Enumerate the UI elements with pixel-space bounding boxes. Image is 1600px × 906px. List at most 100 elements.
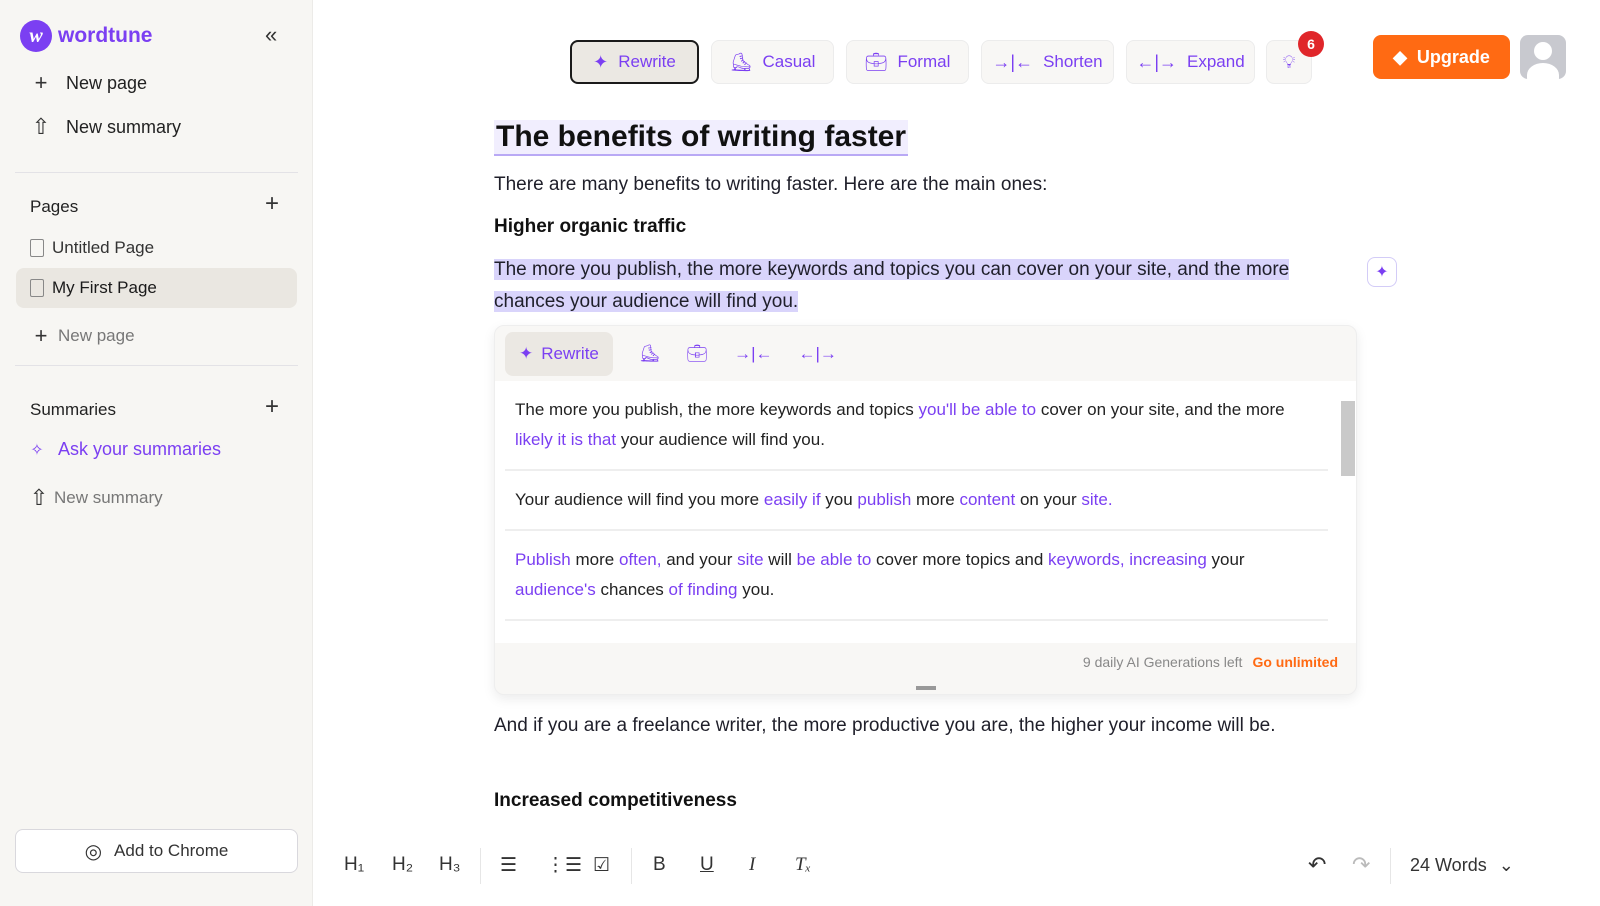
popup-shorten-icon[interactable]: →|← <box>734 344 772 364</box>
suggestion-item[interactable]: Your audience will find you more easily … <box>505 471 1328 531</box>
divider <box>480 848 481 884</box>
bullet-list-icon[interactable]: ☰ <box>500 850 517 880</box>
freelance-paragraph[interactable]: And if you are a freelance writer, the m… <box>494 710 1344 742</box>
changed-phrase: easily if <box>763 490 821 509</box>
label: Rewrite <box>541 343 599 363</box>
unchanged-text: and your <box>661 550 738 569</box>
changed-phrase: topics, <box>1096 640 1145 643</box>
rewrite-popup: ✦ Rewrite ⛸ 💼︎ →|← ←|→ The more you publi… <box>494 325 1357 695</box>
new-page-button[interactable]: + New page <box>30 70 148 96</box>
changed-phrase: site <box>737 550 764 569</box>
new-summary-link[interactable]: ⇧ New summary <box>28 485 163 511</box>
add-summary-plus-icon[interactable]: + <box>265 393 279 421</box>
scrollbar[interactable] <box>1338 381 1356 643</box>
changed-phrase: Publish <box>515 550 571 569</box>
credits-left: 9 daily AI Generations left <box>1082 654 1243 670</box>
sidebar: w wordtune « + New page ⇧ New summary Pages… <box>0 0 313 906</box>
underline-icon[interactable]: U <box>700 850 714 880</box>
label: Add to Chrome <box>114 841 229 860</box>
avatar[interactable] <box>1520 35 1566 79</box>
checklist-icon[interactable]: ☑ <box>593 850 610 880</box>
changed-phrase: likely it is that <box>515 430 617 449</box>
sparkle-icon: ✦ <box>593 51 609 72</box>
expand-icon: ←|→ <box>1136 51 1177 72</box>
popup-rewrite-tab[interactable]: ✦ Rewrite <box>505 331 613 376</box>
diamond-icon: ◆ <box>1393 46 1407 67</box>
label: Expand <box>1187 52 1245 71</box>
shorten-button[interactable]: →|← Shorten <box>981 40 1114 84</box>
label: New page <box>66 72 148 93</box>
page-item-my-first-page[interactable]: My First Page <box>16 268 297 308</box>
unchanged-text: cover more topics and <box>871 550 1049 569</box>
divider <box>631 848 632 884</box>
word-count-dropdown[interactable]: 24 Words ⌄ <box>1410 850 1514 880</box>
heading3-button[interactable]: H₃ <box>439 850 460 880</box>
formal-button[interactable]: 💼︎ Formal <box>846 40 969 84</box>
suggestion-item[interactable]: Publish more often, and your site will b… <box>505 531 1328 621</box>
heading-higher-organic-traffic[interactable]: Higher organic traffic <box>494 216 686 238</box>
changed-phrase: publish <box>857 490 912 509</box>
summaries-heading: Summaries <box>30 400 116 419</box>
add-to-chrome-button[interactable]: ◎ Add to Chrome <box>15 829 298 873</box>
heading-increased-competitiveness[interactable]: Increased competitiveness <box>494 790 737 812</box>
ai-sparkle-button[interactable]: ✦ <box>1367 257 1397 287</box>
undo-icon[interactable]: ↶ <box>1308 850 1326 880</box>
chrome-icon: ◎ <box>84 840 103 863</box>
expand-button[interactable]: ←|→ Expand <box>1126 40 1255 84</box>
collapse-sidebar-icon[interactable]: « <box>265 22 277 48</box>
unchanged-text: The more you publish, the more keywords … <box>515 400 919 419</box>
changed-phrase: audience's <box>515 580 596 599</box>
sparkle-icon: ✧ <box>30 441 44 459</box>
numbered-list-icon[interactable]: ⋮☰ <box>546 850 582 880</box>
unchanged-text: and <box>1145 640 1178 643</box>
italic-icon[interactable]: I <box>749 850 755 880</box>
changed-phrase: site. <box>1081 490 1113 509</box>
selected-paragraph[interactable]: The more you publish, the more keywords … <box>494 254 1334 318</box>
label: New page <box>58 326 135 345</box>
unchanged-text: cover on your site, and the more <box>1036 400 1285 419</box>
suggestion-item[interactable]: With more content published on your site… <box>505 621 1328 643</box>
add-page-plus-icon[interactable]: + <box>265 190 279 218</box>
upgrade-button[interactable]: ◆ Upgrade <box>1373 35 1510 79</box>
heading1-button[interactable]: H₁ <box>344 850 364 880</box>
label: Shorten <box>1043 52 1103 71</box>
new-summary-button[interactable]: ⇧ New summary <box>30 114 181 140</box>
logo[interactable]: w wordtune <box>20 20 153 52</box>
clear-format-icon[interactable]: Tₓ <box>795 850 811 880</box>
popup-expand-icon[interactable]: ←|→ <box>798 344 836 364</box>
shorten-icon: →|← <box>992 51 1034 72</box>
label: New summary <box>54 488 163 507</box>
changed-phrase: With <box>515 640 549 643</box>
popup-casual-icon[interactable]: ⛸ <box>639 344 661 364</box>
unchanged-text: you. <box>737 580 775 599</box>
casual-button[interactable]: ⛸ Casual <box>711 40 834 84</box>
plus-icon: + <box>34 70 48 95</box>
changed-phrase: of finding <box>668 580 738 599</box>
unchanged-text: more <box>911 490 960 509</box>
divider <box>15 172 298 173</box>
suggestion-item[interactable]: The more you publish, the more keywords … <box>505 381 1328 471</box>
unchanged-text: more <box>570 550 619 569</box>
sparkle-icon: ✦ <box>519 343 534 363</box>
bold-icon[interactable]: B <box>653 850 666 880</box>
document-title[interactable]: The benefits of writing faster <box>494 120 909 156</box>
heading2-button[interactable]: H₂ <box>392 850 413 880</box>
intro-paragraph[interactable]: There are many benefits to writing faste… <box>494 169 1047 201</box>
changed-phrase: be able to <box>796 550 872 569</box>
changed-phrase: content published <box>597 640 730 643</box>
label: Rewrite <box>618 52 676 71</box>
rewrite-button[interactable]: ✦ Rewrite <box>570 40 699 84</box>
changed-phrase: keywords, increasing <box>1048 550 1207 569</box>
label: Formal <box>897 52 951 71</box>
changed-phrase: content <box>959 490 1016 509</box>
scrollbar-thumb[interactable] <box>1341 401 1355 476</box>
popup-formal-icon[interactable]: 💼︎ <box>686 344 708 364</box>
resize-handle[interactable] <box>916 686 936 690</box>
redo-icon[interactable]: ↷ <box>1352 850 1370 880</box>
add-page-link[interactable]: + New page <box>30 323 135 349</box>
upload-icon: ⇧ <box>29 485 49 510</box>
pages-heading: Pages <box>30 197 79 216</box>
go-unlimited-link[interactable]: Go unlimited <box>1252 654 1338 670</box>
ask-summaries-link[interactable]: ✧ Ask your summaries <box>26 439 221 460</box>
page-item-untitled[interactable]: Untitled Page <box>16 228 297 268</box>
